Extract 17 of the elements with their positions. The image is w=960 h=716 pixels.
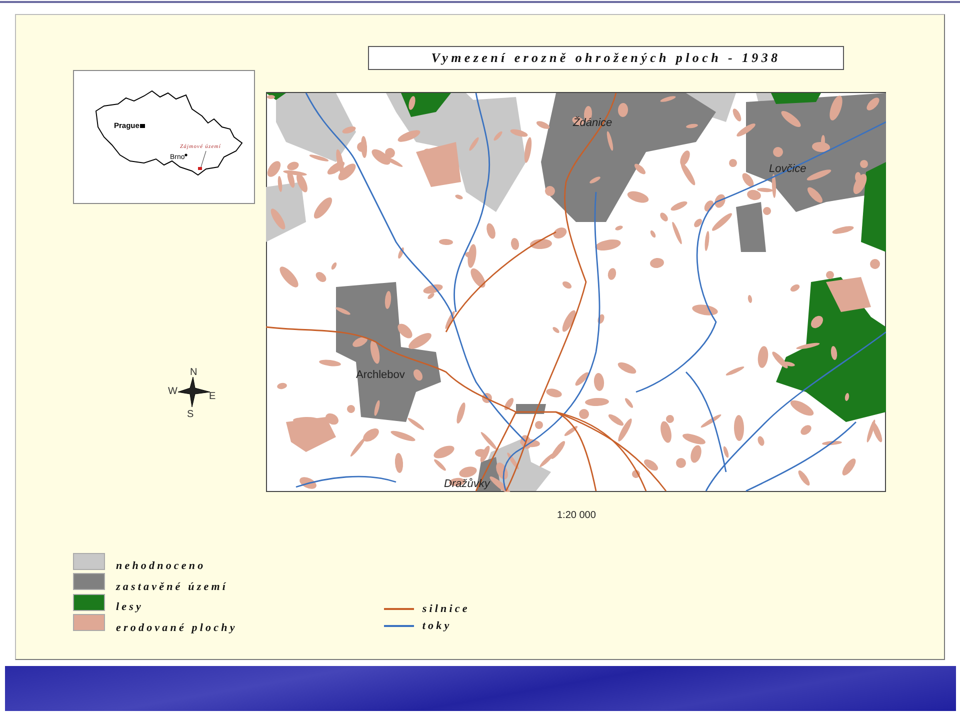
compass-star-icon	[178, 376, 210, 408]
area-marker-icon	[198, 167, 202, 170]
legend-label: lesy	[116, 601, 144, 614]
map-title: Vymezení erozně ohrožených ploch - 1938	[368, 46, 844, 70]
legend-label: silnice	[422, 602, 470, 614]
legend-label: zastavěné území	[116, 580, 228, 593]
compass-letter: S	[187, 409, 194, 420]
compass-letter: N	[190, 367, 198, 378]
leader-line	[200, 150, 206, 168]
legend-label: nehodnoceno	[116, 560, 206, 572]
city-marker-icon	[184, 154, 188, 156]
compass-letter: E	[209, 391, 216, 402]
legend-label: toky	[422, 620, 452, 632]
city-marker-icon	[140, 124, 145, 128]
compass-letter: W	[168, 386, 178, 397]
scale-label: 1:20 000	[557, 510, 597, 521]
legend-label: erodované plochy	[116, 622, 238, 634]
